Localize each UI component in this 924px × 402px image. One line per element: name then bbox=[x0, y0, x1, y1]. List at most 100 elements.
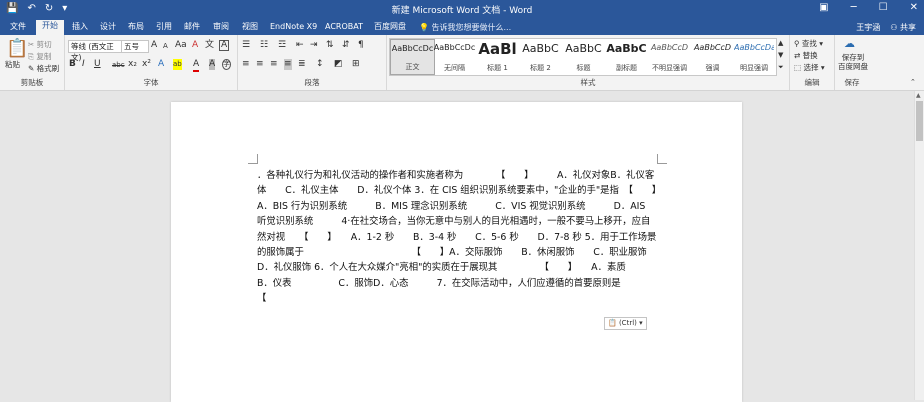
style-no-spacing[interactable]: AaBbCcDc 无间隔 bbox=[433, 39, 476, 75]
justify-icon[interactable]: ≡ bbox=[284, 59, 292, 70]
character-shading-icon[interactable]: A bbox=[209, 59, 216, 70]
bold-icon[interactable]: B bbox=[69, 59, 76, 70]
styles-more-icon[interactable]: ⏷ bbox=[778, 62, 784, 73]
line-spacing-icon[interactable]: ↕ bbox=[316, 59, 324, 70]
baidu-netdisk-icon[interactable]: ☁ bbox=[844, 38, 855, 49]
styles-scroll-up-icon[interactable]: ▲ bbox=[778, 38, 783, 49]
tell-me-box[interactable]: 💡 告诉我您想要做什么... bbox=[419, 22, 511, 33]
style-heading-2-name: 标题 2 bbox=[530, 64, 551, 72]
tab-design[interactable]: 设计 bbox=[98, 21, 118, 33]
maximize-icon[interactable]: ☐ bbox=[879, 2, 888, 13]
enclose-characters-icon[interactable]: 字 bbox=[222, 59, 231, 70]
find-button[interactable]: ⚲ 查找 ▾ bbox=[794, 38, 823, 49]
style-subtitle-sample: AaBbC bbox=[606, 42, 647, 55]
ribbon-display-options-icon[interactable]: ▣ bbox=[819, 2, 828, 13]
numbering-icon[interactable]: ☷ bbox=[260, 40, 268, 51]
document-page[interactable]: ．各种礼仪行为和礼仪活动的操作者和实施者称为 【 】 A．礼仪对象B．礼仪客体 … bbox=[171, 102, 742, 402]
user-name[interactable]: 王宇涵 bbox=[856, 22, 880, 33]
paragraph-group: ☰ ☷ ☲ ⇤ ⇥ ⇅ ⇵ ¶ ≡ ≡ ≡ ≡ ≣ ↕ ◩ ⊞ 段落 bbox=[238, 35, 387, 90]
align-right-icon[interactable]: ≡ bbox=[270, 59, 278, 70]
style-heading-1[interactable]: AaBl 标题 1 bbox=[476, 39, 519, 75]
share-button[interactable]: ⚇ 共享 bbox=[890, 22, 916, 33]
save-to-netdisk-line2: 百度网盘 bbox=[838, 62, 868, 71]
shading-icon[interactable]: ◩ bbox=[334, 59, 343, 70]
scroll-thumb[interactable] bbox=[916, 101, 923, 141]
decrease-indent-icon[interactable]: ⇤ bbox=[296, 40, 304, 51]
format-painter-label: 格式刷 bbox=[36, 64, 60, 73]
select-label: 选择 bbox=[803, 63, 819, 72]
style-intense-emphasis-name: 明显强调 bbox=[740, 64, 768, 72]
distributed-icon[interactable]: ≣ bbox=[298, 59, 306, 70]
collapse-ribbon-icon[interactable]: ⌃ bbox=[910, 77, 916, 88]
italic-icon[interactable]: I bbox=[82, 59, 85, 70]
cut-button[interactable]: ✂ 剪切 bbox=[28, 39, 52, 50]
clear-formatting-icon[interactable]: A bbox=[192, 40, 198, 51]
style-title[interactable]: AaBbC 标题 bbox=[562, 39, 605, 75]
replace-button[interactable]: ⇄ 替换 bbox=[794, 50, 818, 61]
close-icon[interactable]: ✕ bbox=[910, 2, 918, 13]
save-to-netdisk-button[interactable]: 保存到 百度网盘 bbox=[837, 53, 869, 71]
styles-scroll-down-icon[interactable]: ▼ bbox=[778, 50, 783, 61]
underline-icon[interactable]: U bbox=[94, 59, 101, 70]
font-name-combo[interactable]: 等线 (西文正文) bbox=[68, 40, 122, 62]
multilevel-list-icon[interactable]: ☲ bbox=[278, 40, 286, 51]
tab-file[interactable]: 文件 bbox=[8, 21, 28, 33]
paste-options-button[interactable]: 📋 (Ctrl) ▾ bbox=[604, 317, 647, 330]
paste-label[interactable]: 粘贴 bbox=[5, 59, 20, 70]
sort-icon[interactable]: ⇵ bbox=[342, 40, 350, 51]
style-intense-emphasis-sample: AaBbCcDa bbox=[734, 43, 774, 52]
character-border-icon[interactable]: A bbox=[219, 40, 230, 51]
editing-group-label: 编辑 bbox=[804, 78, 820, 87]
format-painter-button[interactable]: ✎ 格式刷 bbox=[28, 63, 59, 74]
tab-insert[interactable]: 插入 bbox=[70, 21, 90, 33]
borders-icon[interactable]: ⊞ bbox=[352, 59, 360, 70]
superscript-icon[interactable]: x² bbox=[142, 59, 151, 70]
highlight-icon[interactable]: ab bbox=[173, 59, 182, 70]
font-group-label: 字体 bbox=[143, 78, 159, 87]
tab-layout[interactable]: 布局 bbox=[126, 21, 146, 33]
save-group-label: 保存 bbox=[844, 78, 860, 87]
vertical-scrollbar[interactable]: ▲ bbox=[914, 91, 924, 400]
text-effects-icon[interactable]: A bbox=[158, 59, 164, 70]
tab-home[interactable]: 开始 bbox=[36, 20, 64, 35]
style-emphasis-sample: AaBbCcD bbox=[693, 43, 732, 52]
align-left-icon[interactable]: ≡ bbox=[242, 59, 250, 70]
scroll-up-icon[interactable]: ▲ bbox=[916, 92, 921, 99]
shrink-font-icon[interactable]: A bbox=[163, 41, 168, 52]
align-center-icon[interactable]: ≡ bbox=[256, 59, 264, 70]
style-no-spacing-sample: AaBbCcDc bbox=[433, 43, 476, 52]
tab-references[interactable]: 引用 bbox=[154, 21, 174, 33]
tab-acrobat[interactable]: ACROBAT bbox=[323, 21, 365, 33]
style-emphasis[interactable]: AaBbCcD 强调 bbox=[691, 39, 734, 75]
cut-label: 剪切 bbox=[36, 40, 52, 49]
subscript-icon[interactable]: x₂ bbox=[128, 59, 137, 70]
select-button[interactable]: ⬚ 选择 ▾ bbox=[794, 62, 825, 73]
tab-endnote[interactable]: EndNote X9 bbox=[268, 21, 319, 33]
phonetic-guide-icon[interactable]: 文 bbox=[205, 40, 214, 51]
window-title: 新建 Microsoft Word 文档 - Word bbox=[391, 6, 533, 16]
style-heading-2[interactable]: AaBbC 标题 2 bbox=[519, 39, 562, 75]
margin-mark-left bbox=[248, 154, 258, 164]
style-intense-emphasis[interactable]: AaBbCcDa 明显强调 bbox=[734, 39, 774, 75]
grow-font-icon[interactable]: A bbox=[151, 40, 157, 51]
tab-mailings[interactable]: 邮件 bbox=[182, 21, 202, 33]
bullets-icon[interactable]: ☰ bbox=[242, 40, 250, 51]
increase-indent-icon[interactable]: ⇥ bbox=[310, 40, 318, 51]
tab-baidu-netdisk[interactable]: 百度网盘 bbox=[372, 21, 408, 33]
copy-button[interactable]: ⎘ 复制 bbox=[28, 51, 51, 62]
document-body-text[interactable]: ．各种礼仪行为和礼仪活动的操作者和实施者称为 【 】 A．礼仪对象B．礼仪客体 … bbox=[257, 168, 657, 307]
show-marks-icon[interactable]: ¶ bbox=[358, 40, 364, 51]
change-case-icon[interactable]: Aa bbox=[175, 40, 187, 51]
strikethrough-icon[interactable]: abc bbox=[112, 60, 125, 71]
paste-icon[interactable]: 📋 bbox=[6, 39, 28, 59]
tab-review[interactable]: 审阅 bbox=[211, 21, 231, 33]
style-subtle-emphasis[interactable]: AaBbCcD 不明显强调 bbox=[648, 39, 691, 75]
font-size-combo[interactable]: 五号 bbox=[121, 40, 149, 53]
style-subtitle[interactable]: AaBbC 副标题 bbox=[605, 39, 648, 75]
font-color-icon[interactable]: A bbox=[193, 59, 200, 72]
chinese-layout-icon[interactable]: ⇅ bbox=[326, 40, 334, 51]
style-normal[interactable]: AaBbCcDc 正文 bbox=[390, 39, 435, 75]
style-subtle-emphasis-name: 不明显强调 bbox=[652, 64, 687, 72]
minimize-icon[interactable]: ─ bbox=[851, 2, 857, 13]
tab-view[interactable]: 视图 bbox=[240, 21, 260, 33]
